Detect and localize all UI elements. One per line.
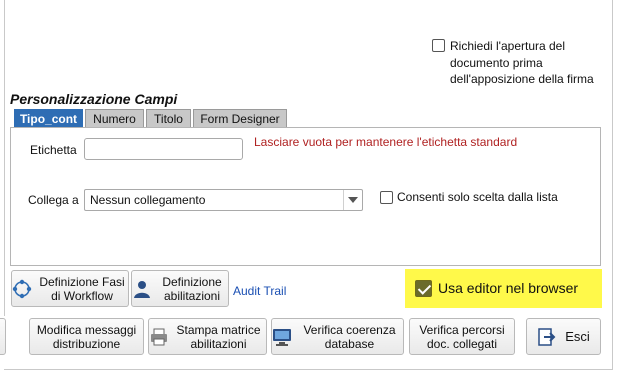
- partial-left-button[interactable]: [0, 318, 6, 355]
- list-only-label: Consenti solo scelta dalla lista: [397, 190, 558, 204]
- label-input[interactable]: [84, 138, 243, 160]
- tab-numero[interactable]: Numero: [85, 109, 144, 127]
- workflow-icon: [12, 279, 32, 298]
- label-field-label: Etichetta: [30, 143, 77, 157]
- browser-editor-option[interactable]: Usa editor nel browser: [405, 269, 602, 308]
- define-permissions-button[interactable]: Definizione abilitazioni: [131, 270, 229, 307]
- exit-label: Esci: [565, 328, 590, 344]
- workflow-phases-label: Definizione Fasi di Workflow: [39, 274, 125, 303]
- verify-database-label: Verifica coerenza database: [303, 322, 396, 351]
- verify-paths-button[interactable]: Verifica percorsi doc. collegati: [409, 318, 515, 355]
- require-open-checkbox[interactable]: [432, 39, 445, 52]
- workflow-phases-button[interactable]: Definizione Fasi di Workflow: [11, 270, 129, 307]
- browser-editor-label: Usa editor nel browser: [438, 280, 579, 296]
- define-permissions-label: Definizione abilitazioni: [162, 274, 222, 303]
- printer-icon: [151, 328, 167, 345]
- frame-bottom-border: [4, 369, 613, 370]
- require-open-label: Richiedi l'apertura del documento prima …: [450, 39, 594, 86]
- chevron-down-icon[interactable]: [343, 190, 362, 210]
- tab-titolo[interactable]: Titolo: [146, 109, 191, 127]
- link-select[interactable]: Nessun collegamento: [84, 189, 363, 211]
- audit-trail-link[interactable]: Audit Trail: [233, 284, 286, 298]
- print-matrix-label: Stampa matrice abilitazioni: [176, 322, 261, 351]
- list-only-checkbox[interactable]: [380, 191, 393, 204]
- edit-messages-label: Modifica messaggi distribuzione: [36, 322, 137, 351]
- exit-button[interactable]: Esci: [526, 318, 601, 355]
- link-select-value: Nessun collegamento: [90, 193, 206, 207]
- verify-paths-label: Verifica percorsi doc. collegati: [419, 322, 505, 351]
- link-field-label: Collega a: [28, 193, 79, 207]
- edit-messages-button[interactable]: Modifica messaggi distribuzione: [29, 318, 144, 355]
- browser-editor-checkbox[interactable]: [415, 280, 432, 297]
- tab-tipo-cont[interactable]: Tipo_cont: [14, 109, 83, 127]
- print-matrix-button[interactable]: Stampa matrice abilitazioni: [148, 318, 267, 355]
- label-hint: Lasciare vuota per mantenere l'etichetta…: [254, 135, 518, 149]
- tab-form-designer[interactable]: Form Designer: [193, 109, 287, 127]
- monitor-icon: [273, 328, 291, 346]
- frame-right-border: [612, 0, 613, 370]
- user-icon: [134, 280, 150, 298]
- frame-left-border: [4, 0, 5, 316]
- verify-database-button[interactable]: Verifica coerenza database: [271, 318, 404, 355]
- exit-icon: [538, 327, 556, 346]
- section-title: Personalizzazione Campi: [10, 91, 178, 107]
